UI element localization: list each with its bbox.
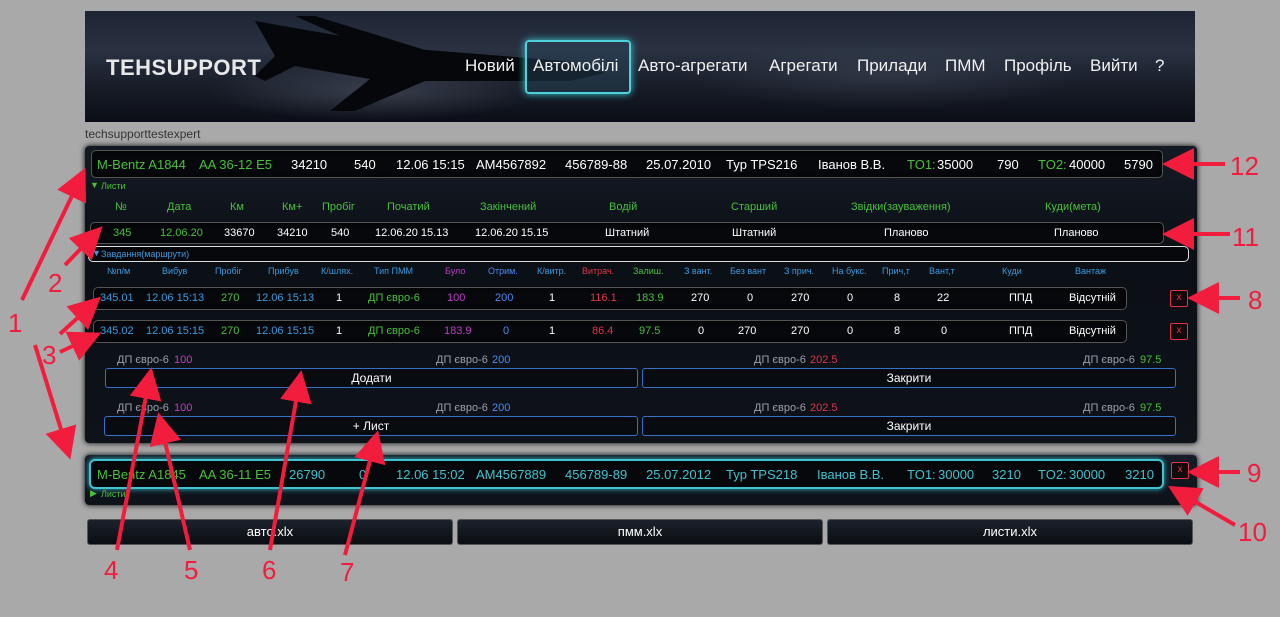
- annotation-label: 12: [1230, 151, 1259, 181]
- annotation-label: 2: [48, 268, 63, 298]
- annotation-arrow: [115, 367, 162, 551]
- annotation-arrow: [149, 412, 192, 551]
- annotation-label: 9: [1247, 458, 1262, 488]
- annotation-label: 5: [184, 555, 199, 585]
- annotation-label: 4: [104, 555, 119, 585]
- annotation-arrow: [343, 430, 386, 556]
- annotation-arrow: [58, 296, 101, 336]
- annotation-label: 3: [42, 340, 57, 370]
- annotation-label: 11: [1232, 222, 1259, 252]
- annotation-label: 6: [262, 555, 277, 585]
- annotation-overlay: [20, 148, 1240, 556]
- annotation-label: 10: [1238, 517, 1267, 547]
- annotation-arrow: [1168, 485, 1237, 527]
- annotation-arrow: [59, 331, 102, 361]
- annotation-arrow: [268, 370, 312, 551]
- annotation-label: 1: [8, 308, 23, 338]
- annotation-arrow: [63, 226, 103, 267]
- annotation-label: 8: [1248, 285, 1263, 315]
- annotation-label: 7: [340, 557, 355, 587]
